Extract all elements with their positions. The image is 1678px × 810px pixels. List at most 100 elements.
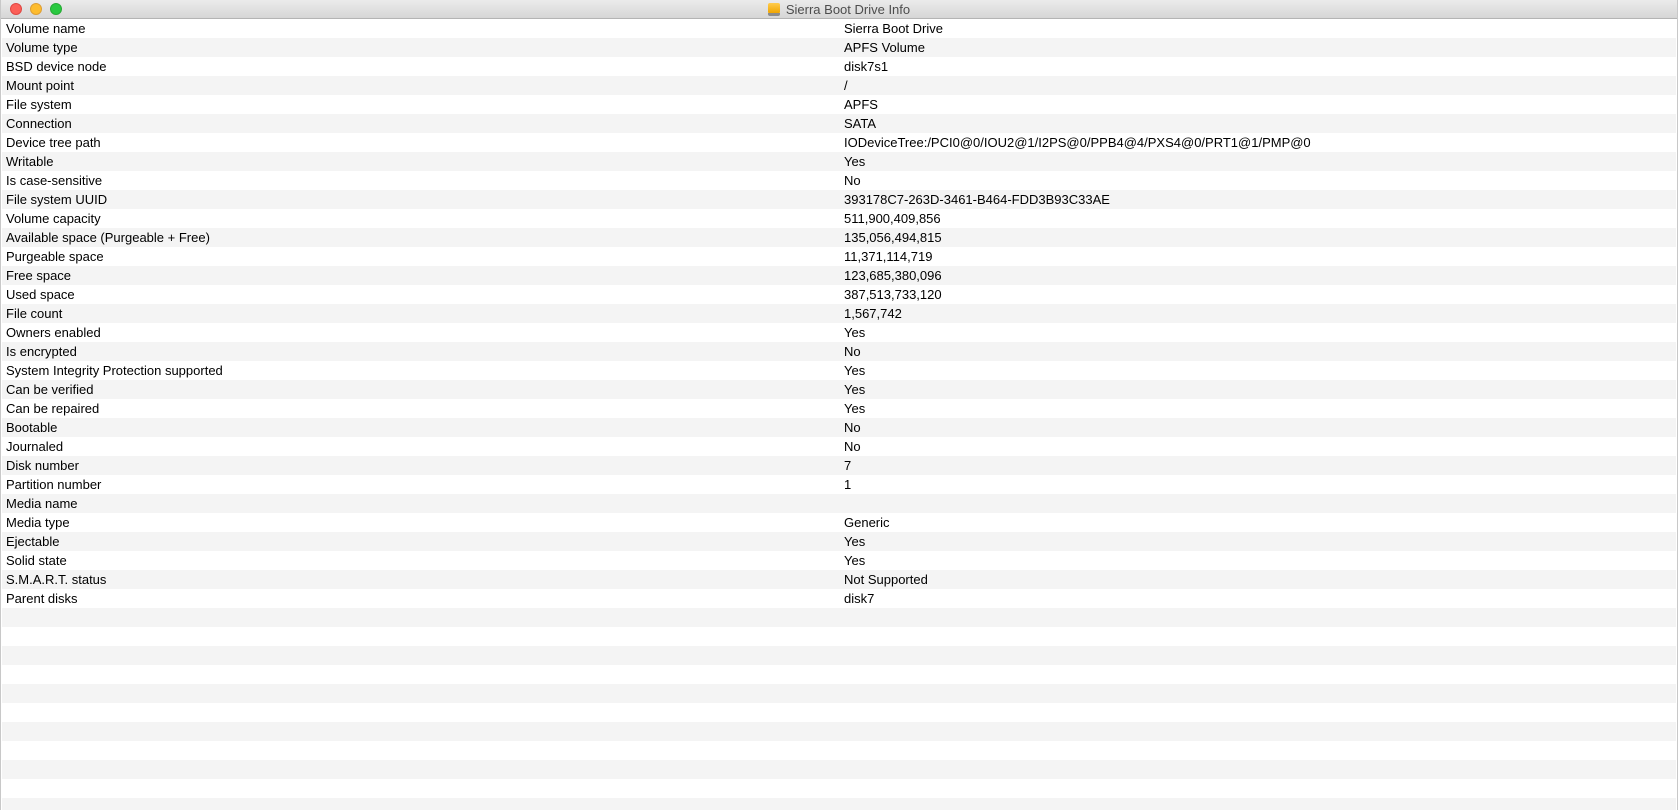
row-label: Partition number bbox=[6, 477, 102, 492]
row-label: Can be verified bbox=[6, 382, 94, 397]
row-value: Not Supported bbox=[844, 572, 928, 587]
row-value: No bbox=[844, 344, 861, 359]
row-value: 393178C7-263D-3461-B464-FDD3B93C33AE bbox=[844, 192, 1110, 207]
table-row[interactable]: File system APFS bbox=[2, 95, 1676, 114]
row-value: 387,513,733,120 bbox=[844, 287, 942, 302]
row-label: Can be repaired bbox=[6, 401, 100, 416]
row-label: File system UUID bbox=[6, 192, 108, 207]
row-value: / bbox=[844, 78, 848, 93]
table-row[interactable]: Disk number 7 bbox=[2, 456, 1676, 475]
row-label: Volume type bbox=[6, 40, 78, 55]
window-title: Sierra Boot Drive Info bbox=[785, 1, 911, 17]
table-row[interactable]: Partition number 1 bbox=[2, 475, 1676, 494]
table-row[interactable]: Mount point / bbox=[2, 76, 1676, 95]
table-row[interactable]: Bootable No bbox=[2, 418, 1676, 437]
row-label: System Integrity Protection supported bbox=[6, 363, 223, 378]
row-label: Media type bbox=[6, 515, 70, 530]
table-row[interactable]: Volume name Sierra Boot Drive bbox=[2, 19, 1676, 38]
table-row[interactable]: Parent disks disk7 bbox=[2, 589, 1676, 608]
row-label: Parent disks bbox=[6, 591, 78, 606]
table-row[interactable]: Volume type APFS Volume bbox=[2, 38, 1676, 57]
empty-row bbox=[2, 722, 1676, 741]
row-label: S.M.A.R.T. status bbox=[6, 572, 107, 587]
table-row[interactable]: Can be repaired Yes bbox=[2, 399, 1676, 418]
row-value: SATA bbox=[844, 116, 877, 131]
row-value: Yes bbox=[844, 401, 866, 416]
row-label: Ejectable bbox=[6, 534, 60, 549]
table-row[interactable]: Is encrypted No bbox=[2, 342, 1676, 361]
row-value: Yes bbox=[844, 382, 866, 397]
table-row[interactable]: File system UUID 393178C7-263D-3461-B464-… bbox=[2, 190, 1676, 209]
row-label: Owners enabled bbox=[6, 325, 101, 340]
row-value: No bbox=[844, 420, 861, 435]
table-row[interactable]: File count 1,567,742 bbox=[2, 304, 1676, 323]
row-value: Yes bbox=[844, 534, 866, 549]
table-row[interactable]: Owners enabled Yes bbox=[2, 323, 1676, 342]
table-row[interactable]: Journaled No bbox=[2, 437, 1676, 456]
row-value: IODeviceTree:/PCI0@0/IOU2@1/I2PS@0/PPB4@… bbox=[844, 135, 1311, 150]
table-row[interactable]: Used space 387,513,733,120 bbox=[2, 285, 1676, 304]
empty-row bbox=[2, 779, 1676, 798]
table-row[interactable]: Solid state Yes bbox=[2, 551, 1676, 570]
row-label: Is case-sensitive bbox=[6, 173, 103, 188]
empty-row bbox=[2, 760, 1676, 779]
row-label: File count bbox=[6, 306, 63, 321]
empty-row bbox=[2, 684, 1676, 703]
row-value: No bbox=[844, 173, 861, 188]
row-label: Disk number bbox=[6, 458, 79, 473]
table-row[interactable]: System Integrity Protection supported Yes bbox=[2, 361, 1676, 380]
table-row[interactable]: Can be verified Yes bbox=[2, 380, 1676, 399]
row-label: Mount point bbox=[6, 78, 74, 93]
row-value: 1,567,742 bbox=[844, 306, 902, 321]
row-value: Sierra Boot Drive bbox=[844, 21, 943, 36]
info-table[interactable]: Volume name Sierra Boot Drive Volume type A… bbox=[2, 19, 1676, 810]
table-row[interactable]: Device tree path IODeviceTree:/PCI0@0/IOU… bbox=[2, 133, 1676, 152]
table-row[interactable]: Available space (Purgeable + Free) 135,05… bbox=[2, 228, 1676, 247]
empty-row bbox=[2, 703, 1676, 722]
table-row[interactable]: Volume capacity 511,900,409,856 bbox=[2, 209, 1676, 228]
table-row[interactable]: S.M.A.R.T. status Not Supported bbox=[2, 570, 1676, 589]
row-value: disk7 bbox=[844, 591, 875, 606]
empty-row bbox=[2, 646, 1676, 665]
table-row[interactable]: BSD device node disk7s1 bbox=[2, 57, 1676, 76]
row-value: 511,900,409,856 bbox=[844, 211, 941, 226]
row-value: 123,685,380,096 bbox=[844, 268, 942, 283]
row-value: disk7s1 bbox=[844, 59, 889, 74]
table-row[interactable]: Writable Yes bbox=[2, 152, 1676, 171]
table-row[interactable]: Free space 123,685,380,096 bbox=[2, 266, 1676, 285]
title-bar[interactable]: Sierra Boot Drive Info bbox=[1, 0, 1677, 19]
row-label: Media name bbox=[6, 496, 78, 511]
row-value: APFS bbox=[844, 97, 878, 112]
table-row[interactable]: Media name bbox=[2, 494, 1676, 513]
row-label: Journaled bbox=[6, 439, 64, 454]
drive-icon bbox=[767, 2, 780, 16]
row-value: 11,371,114,719 bbox=[844, 249, 933, 264]
row-label: Is encrypted bbox=[6, 344, 77, 359]
row-label: Device tree path bbox=[6, 135, 101, 150]
row-value: 7 bbox=[844, 458, 852, 473]
empty-row bbox=[2, 798, 1676, 810]
row-value: APFS Volume bbox=[844, 40, 925, 55]
row-value: Yes bbox=[844, 325, 866, 340]
row-value: Yes bbox=[844, 154, 866, 169]
row-label: Volume capacity bbox=[6, 211, 101, 226]
table-row[interactable]: Media type Generic bbox=[2, 513, 1676, 532]
row-label: Connection bbox=[6, 116, 72, 131]
info-window: Sierra Boot Drive Info Volume name Sierra… bbox=[0, 0, 1678, 810]
window-title-group: Sierra Boot Drive Info bbox=[1, 0, 1677, 18]
row-value: 135,056,494,815 bbox=[844, 230, 942, 245]
empty-row bbox=[2, 665, 1676, 684]
row-value: No bbox=[844, 439, 861, 454]
table-row[interactable]: Ejectable Yes bbox=[2, 532, 1676, 551]
row-label: Bootable bbox=[6, 420, 58, 435]
table-row[interactable]: Is case-sensitive No bbox=[2, 171, 1676, 190]
row-label: Used space bbox=[6, 287, 75, 302]
row-label: File system bbox=[6, 97, 72, 112]
table-row[interactable]: Purgeable space 11,371,114,719 bbox=[2, 247, 1676, 266]
row-label: Purgeable space bbox=[6, 249, 104, 264]
table-row[interactable]: Connection SATA bbox=[2, 114, 1676, 133]
row-label: BSD device node bbox=[6, 59, 107, 74]
row-label: Free space bbox=[6, 268, 72, 283]
empty-row bbox=[2, 741, 1676, 760]
row-label: Solid state bbox=[6, 553, 67, 568]
